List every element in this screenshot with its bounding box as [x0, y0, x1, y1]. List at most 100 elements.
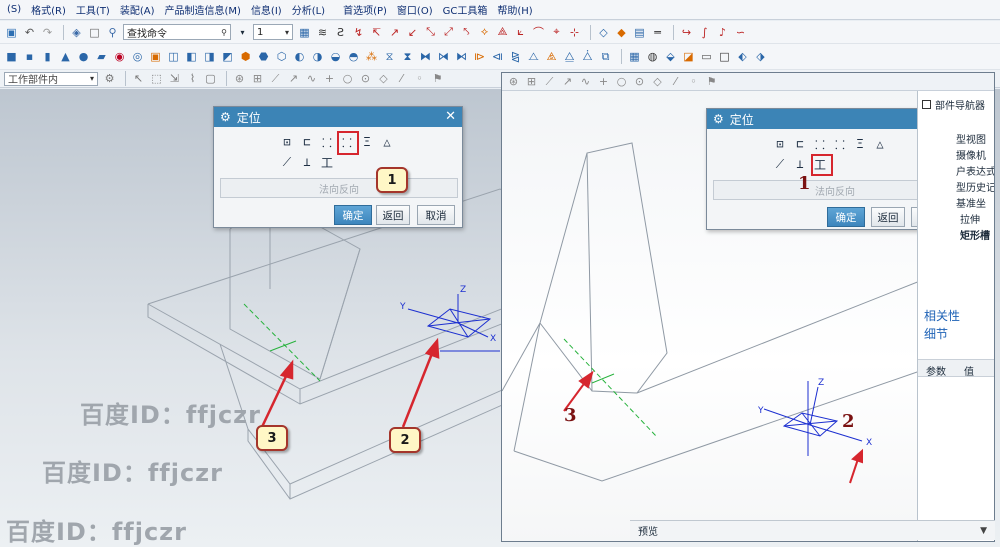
vertical-position-icon[interactable]: ⊏	[791, 135, 809, 153]
snap-quad-icon[interactable]: ⤡	[423, 25, 438, 40]
block-icon[interactable]: ▪	[22, 49, 37, 64]
snap-circle-icon[interactable]: ○	[340, 71, 355, 86]
menu-select[interactable]: (S)	[2, 4, 26, 15]
menu-assemblies[interactable]: 装配(A)	[115, 2, 160, 17]
snap-dot-icon[interactable]: ◦	[686, 74, 701, 89]
orient-icon[interactable]: ⬖	[735, 49, 750, 64]
snap-toggle-icon[interactable]: ⊛	[506, 74, 521, 89]
snap-control-icon[interactable]: ⌖	[549, 25, 564, 40]
details-section[interactable]: 细节	[924, 325, 948, 342]
slot-icon[interactable]: ◨	[202, 49, 217, 64]
snap-line-icon[interactable]: ⟋	[268, 71, 283, 86]
vertical-position-icon[interactable]: ⊏	[298, 133, 316, 151]
ok-button[interactable]: 确定	[827, 207, 865, 227]
menu-window[interactable]: 窗口(O)	[392, 2, 438, 17]
cylinder-icon[interactable]: ▮	[40, 49, 55, 64]
plane-icon[interactable]: ◇	[596, 25, 611, 40]
snap-plus-icon[interactable]: +	[322, 71, 337, 86]
fit-icon[interactable]: ⬗	[753, 49, 768, 64]
select-rect-icon[interactable]: ▢	[203, 71, 218, 86]
snap-tilde-icon[interactable]: ∿	[578, 74, 593, 89]
paint-icon[interactable]: ◍	[645, 49, 660, 64]
new-part-icon[interactable]: ■	[4, 49, 19, 64]
parallel-position-icon[interactable]: ⸬	[318, 133, 336, 151]
nav-item-model-views[interactable]: 型视图	[956, 131, 986, 146]
checkbox-icon[interactable]	[922, 100, 931, 109]
nav-item-cameras[interactable]: 摄像机	[956, 147, 986, 162]
snap-slash-icon[interactable]: ⁄	[668, 74, 683, 89]
menu-tools[interactable]: 工具(T)	[71, 2, 115, 17]
trim-body-icon[interactable]: ⧗	[400, 49, 415, 64]
layer-settings-icon[interactable]: ▦	[297, 25, 312, 40]
menu-information[interactable]: 信息(I)	[246, 2, 287, 17]
select-box-icon[interactable]: ⬚	[149, 71, 164, 86]
snap-target-icon[interactable]: ⊙	[358, 71, 373, 86]
thread-icon[interactable]: ⧌	[544, 49, 559, 64]
nav-item-extrude[interactable]: 拉伸	[960, 211, 980, 226]
bridge-icon[interactable]: ♪	[715, 25, 730, 40]
snap-grid-icon[interactable]: ⊞	[524, 74, 539, 89]
pattern-icon[interactable]: ⁂	[364, 49, 379, 64]
back-button[interactable]: 返回	[376, 205, 410, 225]
view-cube-icon[interactable]: ◈	[69, 25, 84, 40]
snap-center-icon[interactable]: ↙	[405, 25, 420, 40]
rib-icon[interactable]: ⧋	[562, 49, 577, 64]
snap-circle-icon[interactable]: ○	[614, 74, 629, 89]
menu-pmi[interactable]: 产品制造信息(M)	[160, 2, 246, 17]
point-onto-line-icon[interactable]: ⊥	[298, 153, 316, 171]
horizontal-position-icon[interactable]: ⊡	[771, 135, 789, 153]
curve-arrow-icon[interactable]: ↪	[679, 25, 694, 40]
angular-position-icon[interactable]: △	[378, 133, 396, 151]
horizontal-position-icon[interactable]: ⊡	[278, 133, 296, 151]
section-icon[interactable]: □	[717, 49, 732, 64]
shell-icon[interactable]: ◒	[328, 49, 343, 64]
back-button[interactable]: 返回	[871, 207, 905, 227]
snap-end-icon[interactable]: ↸	[369, 25, 384, 40]
wireframe-icon[interactable]: ▭	[699, 49, 714, 64]
nav-item-datum-csys[interactable]: 基准坐	[956, 195, 986, 210]
draft-icon[interactable]: ◓	[346, 49, 361, 64]
spring-icon[interactable]: ≋	[315, 25, 330, 40]
snap-tangent-icon[interactable]: ⤢	[441, 25, 456, 40]
sweep-icon[interactable]: ∫	[697, 25, 712, 40]
split-body-icon[interactable]: ⧓	[418, 49, 433, 64]
snap-diamond-icon[interactable]: ◇	[376, 71, 391, 86]
offset-face-icon[interactable]: ⧑	[454, 49, 469, 64]
snap-plus-icon[interactable]: +	[596, 74, 611, 89]
ok-button[interactable]: 确定	[334, 205, 372, 225]
flip-normal-button[interactable]: 法向反向	[220, 178, 458, 198]
point-onto-point-icon[interactable]: ⟋	[278, 153, 296, 171]
snap-intersection-icon[interactable]: ⤣	[459, 25, 474, 40]
snap-toggle-icon[interactable]: ⊛	[232, 71, 247, 86]
snap-diamond-icon[interactable]: ◇	[650, 74, 665, 89]
snap-grid-icon[interactable]: ⊞	[250, 71, 265, 86]
pad-icon[interactable]: ◧	[184, 49, 199, 64]
parallel-at-distance-icon[interactable]: Ξ	[851, 135, 869, 153]
dropdown-icon[interactable]: ▾	[235, 25, 250, 40]
work-layer-select[interactable]: 1 ▾	[253, 24, 293, 40]
wrap-icon[interactable]: ⧉	[598, 49, 613, 64]
snap-slash-icon[interactable]: ⁄	[394, 71, 409, 86]
emboss-icon[interactable]: ⧍	[526, 49, 541, 64]
scale-body-icon[interactable]: ⧊	[580, 49, 595, 64]
intersect-icon[interactable]: ⬡	[274, 49, 289, 64]
groove-icon[interactable]: ◩	[220, 49, 235, 64]
edge-blend-icon[interactable]: ◐	[292, 49, 307, 64]
line-style-icon[interactable]: ═	[650, 25, 665, 40]
mirror-icon[interactable]: ⧖	[382, 49, 397, 64]
snap-line-icon[interactable]: ⟋	[542, 74, 557, 89]
sew-icon[interactable]: ⧏	[490, 49, 505, 64]
view-orient-icon[interactable]: ⬙	[663, 49, 678, 64]
hole-icon[interactable]: ◎	[130, 49, 145, 64]
snap-existing-icon[interactable]: ⟡	[477, 25, 492, 40]
snap-flag-icon[interactable]: ⚑	[430, 71, 445, 86]
patch-icon[interactable]: ⧎	[508, 49, 523, 64]
snap-tilde-icon[interactable]: ∿	[304, 71, 319, 86]
replace-face-icon[interactable]: ⧐	[472, 49, 487, 64]
subtract-icon[interactable]: ⬣	[256, 49, 271, 64]
close-icon[interactable]: ✕	[445, 109, 456, 124]
revolve-icon[interactable]: ◉	[112, 49, 127, 64]
helix-icon[interactable]: Ƨ	[333, 25, 348, 40]
sphere-icon[interactable]: ●	[76, 49, 91, 64]
snap-arrow-icon[interactable]: ↗	[286, 71, 301, 86]
